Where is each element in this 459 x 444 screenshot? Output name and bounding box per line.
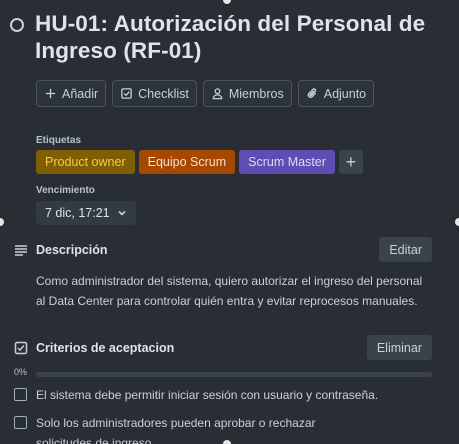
description-text[interactable]: Como administrador del sistema, quiero a… [36,271,431,311]
label-product-owner[interactable]: Product owner [36,150,135,174]
checklist-item-text[interactable]: El sistema debe permitir iniciar sesión … [36,385,378,405]
card-header: HU-01: Autorización del Personal de Ingr… [10,10,450,64]
description-icon [14,243,28,257]
delete-checklist-button[interactable]: Eliminar [366,335,432,360]
members-button-label: Miembros [228,86,284,101]
plus-icon [44,87,57,100]
add-label-button[interactable]: + [338,150,363,174]
labels-heading: Etiquetas [36,135,82,146]
checklist-item-checkbox[interactable] [14,416,27,429]
attachment-button[interactable]: Adjunto [297,80,375,107]
card-title[interactable]: HU-01: Autorización del Personal de Ingr… [35,10,450,64]
checklist-progress-bar [36,372,432,377]
checklist-icon [14,341,28,355]
due-heading: Vencimiento [36,185,95,196]
due-date-button[interactable]: 7 dic, 17:21 [36,201,136,225]
checklist-heading: Criterios de aceptacion [36,340,175,355]
add-button[interactable]: Añadir [36,80,107,107]
checklist-progress-label: 0% [14,367,28,377]
attachment-button-label: Adjunto [323,86,367,101]
checklist-item-checkbox[interactable] [14,388,27,401]
checklist-item: Solo los administradores pueden aprobar … [14,413,344,444]
label-scrum-master[interactable]: Scrum Master [239,150,335,174]
paperclip-icon [306,87,319,100]
chevron-down-icon [118,210,126,216]
edit-description-button[interactable]: Editar [379,237,432,262]
members-button[interactable]: Miembros [202,80,292,107]
add-button-label: Añadir [62,86,99,101]
checklist-header: Criterios de aceptacion Eliminar [14,335,432,360]
mark-complete-toggle[interactable] [10,18,24,32]
checklist-icon [120,87,133,100]
card-actions: Añadir Checklist Miembros Adjunto [36,80,375,107]
checklist-item: El sistema debe permitir iniciar sesión … [14,385,434,405]
description-header: Descripción Editar [14,237,432,262]
resize-handle-left [0,218,4,226]
due-date-value: 7 dic, 17:21 [45,206,110,220]
resize-handle-top [223,0,231,4]
description-heading: Descripción [36,242,108,257]
checklist-button[interactable]: Checklist [112,80,197,107]
person-icon [211,87,224,100]
checklist-item-text[interactable]: Solo los administradores pueden aprobar … [36,413,344,444]
labels-list: Product owner Equipo Scrum Scrum Master … [36,150,363,174]
checklist-button-label: Checklist [138,86,189,101]
label-equipo-scrum[interactable]: Equipo Scrum [138,150,236,174]
resize-handle-right [455,218,459,226]
